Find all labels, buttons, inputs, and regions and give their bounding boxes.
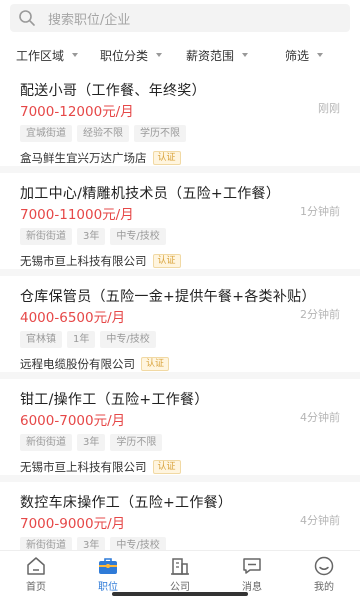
job-tags: 宜城街道 经验不限 学历不限: [20, 125, 340, 143]
briefcase-icon: [99, 558, 117, 574]
tab-jobs-label: 职位: [98, 582, 118, 593]
tab-profile-label: 我的: [314, 582, 334, 593]
job-time: 刚刚: [318, 102, 340, 115]
search-input[interactable]: 搜索职位/企业: [10, 4, 350, 32]
smile-icon: [314, 556, 334, 576]
filter-salary[interactable]: 薪资范围: [186, 47, 249, 64]
caret-down-icon: [317, 53, 324, 57]
filter-area[interactable]: 工作区域: [16, 47, 79, 64]
job-tag-experience: 1年: [67, 331, 96, 348]
tab-profile[interactable]: 我的: [288, 551, 360, 600]
home-indicator: [112, 592, 248, 596]
job-time: 4分钟前: [300, 411, 340, 424]
job-salary: 4000-6500元/月: [20, 310, 126, 326]
job-title: 钳工/操作工（五险+工作餐）: [20, 392, 209, 408]
job-tag-location: 新街街道: [20, 434, 72, 451]
filter-more[interactable]: 筛选: [285, 47, 324, 64]
company-row: 无锡市亘上科技有限公司 认证: [20, 458, 340, 476]
tab-company-label: 公司: [170, 582, 190, 593]
job-tag-experience: 经验不限: [77, 125, 129, 142]
job-tag-location: 官林镇: [20, 331, 62, 348]
job-tags: 新街街道 3年 中专/技校: [20, 228, 340, 246]
caret-down-icon: [242, 53, 249, 57]
building-icon: [171, 558, 189, 575]
company-name: 盒马鲜生宜兴万达广场店: [20, 151, 147, 165]
job-tag-experience: 3年: [77, 228, 106, 245]
job-time: 1分钟前: [300, 205, 340, 218]
search-bar: 搜索职位/企业: [0, 0, 360, 40]
company-row: 无锡市亘上科技有限公司 认证: [20, 252, 340, 270]
job-time: 4分钟前: [300, 514, 340, 527]
caret-down-icon: [156, 53, 163, 57]
job-salary: 7000-12000元/月: [20, 104, 134, 120]
job-title: 加工中心/精雕机技术员（五险+工作餐）: [20, 186, 281, 202]
job-time: 2分钟前: [300, 308, 340, 321]
job-tag-education: 学历不限: [134, 125, 186, 142]
job-tag-location: 新街街道: [20, 537, 72, 550]
job-list: 配送小哥（工作餐、年终奖） 7000-12000元/月 刚刚 宜城街道 经验不限…: [0, 70, 360, 550]
verified-badge: 认证: [141, 357, 170, 371]
filter-area-label: 工作区域: [16, 48, 65, 63]
job-card[interactable]: 钳工/操作工（五险+工作餐） 6000-7000元/月 4分钟前 新街街道 3年…: [0, 379, 360, 482]
filter-more-label: 筛选: [285, 48, 310, 63]
job-salary: 6000-7000元/月: [20, 413, 126, 429]
home-icon: [27, 557, 45, 575]
search-icon: [19, 10, 35, 26]
tab-messages-label: 消息: [242, 582, 262, 593]
company-name: 远程电缆股份有限公司: [20, 357, 135, 371]
job-salary: 7000-11000元/月: [20, 207, 134, 223]
filter-category-label: 职位分类: [100, 48, 149, 63]
job-tag-location: 宜城街道: [20, 125, 72, 142]
caret-down-icon: [72, 53, 79, 57]
job-tag-education: 中专/技校: [110, 228, 166, 245]
verified-badge: 认证: [152, 460, 181, 474]
verified-badge: 认证: [152, 151, 181, 165]
job-tags: 新街街道 3年 学历不限: [20, 434, 340, 452]
job-tags: 官林镇 1年 中专/技校: [20, 331, 340, 349]
company-row: 盒马鲜生宜兴万达广场店 认证: [20, 149, 340, 167]
job-title: 仓库保管员（五险一金+提供午餐+各类补贴）: [20, 289, 316, 305]
job-tag-experience: 3年: [77, 434, 106, 451]
company-row: 远程电缆股份有限公司 认证: [20, 355, 340, 373]
filter-category[interactable]: 职位分类: [100, 47, 163, 64]
job-title: 配送小哥（工作餐、年终奖）: [20, 83, 206, 99]
job-tag-education: 中专/技校: [110, 537, 166, 550]
job-tag-location: 新街街道: [20, 228, 72, 245]
job-card[interactable]: 数控车床操作工（五险+工作餐） 7000-9000元/月 4分钟前 新街街道 3…: [0, 482, 360, 550]
job-salary: 7000-9000元/月: [20, 516, 126, 532]
job-tag-education: 中专/技校: [100, 331, 156, 348]
filter-bar: 工作区域 职位分类 薪资范围 筛选: [0, 40, 360, 70]
job-card[interactable]: 仓库保管员（五险一金+提供午餐+各类补贴） 4000-6500元/月 2分钟前 …: [0, 276, 360, 379]
job-card[interactable]: 配送小哥（工作餐、年终奖） 7000-12000元/月 刚刚 宜城街道 经验不限…: [0, 70, 360, 173]
message-icon: [243, 558, 261, 574]
tab-home-label: 首页: [26, 582, 46, 593]
tab-home[interactable]: 首页: [0, 551, 72, 600]
job-title: 数控车床操作工（五险+工作餐）: [20, 495, 233, 511]
search-placeholder: 搜索职位/企业: [48, 12, 131, 28]
job-tag-experience: 3年: [77, 537, 106, 550]
job-tag-education: 学历不限: [110, 434, 163, 451]
filter-salary-label: 薪资范围: [186, 48, 235, 63]
job-tags: 新街街道 3年 中专/技校: [20, 537, 340, 550]
job-card[interactable]: 加工中心/精雕机技术员（五险+工作餐） 7000-11000元/月 1分钟前 新…: [0, 173, 360, 276]
company-name: 无锡市亘上科技有限公司: [20, 460, 147, 474]
company-name: 无锡市亘上科技有限公司: [20, 254, 147, 268]
verified-badge: 认证: [152, 254, 181, 268]
